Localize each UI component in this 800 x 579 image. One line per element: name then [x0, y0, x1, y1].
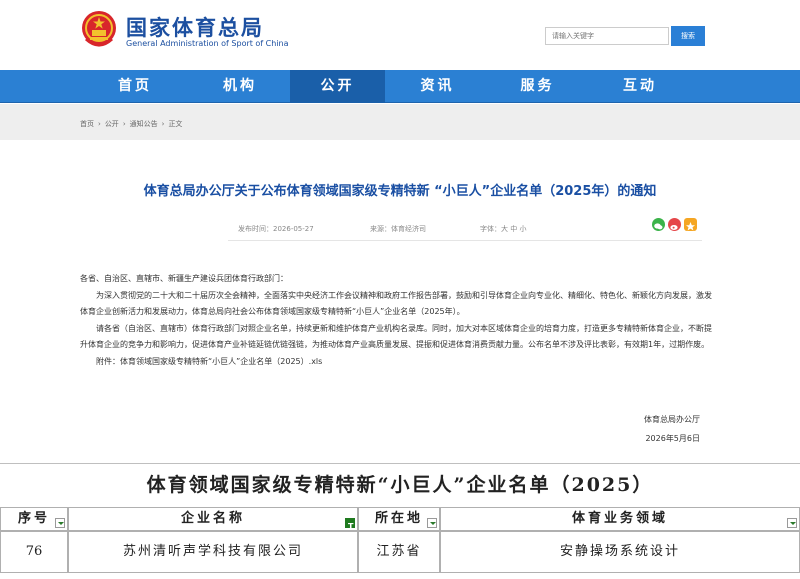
nav-item-news[interactable]: 资讯	[385, 70, 490, 103]
column-header-location: 所在地	[358, 507, 440, 531]
sign-date: 2026年5月6日	[645, 434, 700, 443]
filter-dropdown-icon[interactable]	[787, 518, 797, 528]
sheet-title: 体育领域国家级专精特新“小巨人”企业名单（2025）	[146, 474, 654, 496]
column-header-index: 序号	[0, 507, 68, 531]
attachment-link[interactable]: 附件：体育领域国家级专精特新“小巨人”企业名单（2025）.xls	[80, 354, 715, 371]
search-input[interactable]	[545, 27, 669, 45]
breadcrumb: 首页 › 公开 › 通知公告 › 正文	[80, 119, 186, 129]
column-header-company: 企业名称	[68, 507, 358, 531]
table-cell-location: 江苏省	[358, 531, 440, 573]
breadcrumb-separator: ›	[122, 120, 126, 128]
article-body: 各省、自治区、直辖市、新疆生产建设兵团体育行政部门： 为深入贯彻党的二十大和二十…	[80, 271, 715, 371]
search-button[interactable]: 搜索	[671, 26, 705, 46]
nav-item-public[interactable]: 公开	[290, 70, 385, 103]
breadcrumb-bar: 首页 › 公开 › 通知公告 › 正文	[0, 104, 800, 140]
nav-item-home[interactable]: 首页	[80, 70, 190, 103]
paragraph: 请各省（自治区、直辖市）体育行政部门对照企业名单，持续更新和维护体育产业机构名录…	[80, 323, 712, 350]
site-name-english: General Administration of Sport of China	[126, 39, 289, 48]
breadcrumb-public[interactable]: 公开	[105, 120, 119, 128]
article-source: 来源：体育经济司	[370, 225, 426, 233]
nav-item-organization[interactable]: 机构	[190, 70, 290, 103]
salutation: 各省、自治区、直辖市、新疆生产建设兵团体育行政部门：	[80, 274, 288, 283]
filter-active-icon[interactable]	[345, 516, 356, 530]
breadcrumb-notices[interactable]: 通知公告	[130, 120, 158, 128]
favorite-icon[interactable]	[684, 218, 697, 231]
national-emblem-icon[interactable]	[80, 9, 118, 49]
wechat-icon[interactable]	[652, 218, 665, 231]
meta-divider	[228, 240, 702, 241]
weibo-icon[interactable]	[668, 218, 681, 231]
table-cell-company: 苏州清听声学科技有限公司	[68, 531, 358, 573]
nav-item-interaction[interactable]: 互动	[585, 70, 695, 103]
filter-dropdown-icon[interactable]	[55, 518, 65, 528]
breadcrumb-separator: ›	[161, 120, 165, 128]
column-header-business-field: 体育业务领域	[440, 507, 800, 531]
breadcrumb-home[interactable]: 首页	[80, 120, 94, 128]
table-cell-index: 76	[0, 531, 68, 573]
breadcrumb-current: 正文	[168, 120, 183, 128]
signature: 体育总局办公厅	[644, 415, 700, 424]
breadcrumb-separator: ›	[98, 120, 101, 128]
site-name[interactable]: 国家体育总局	[126, 12, 264, 42]
publish-date: 发布时间：2026-05-27	[238, 225, 314, 233]
table-cell-business-field: 安静操场系统设计	[440, 531, 800, 573]
main-nav: 首页 机构 公开 资讯 服务 互动	[0, 70, 800, 103]
article-title: 体育总局办公厅关于公布体育领域国家级专精特新 “小巨人”企业名单（2025年）的…	[143, 184, 657, 199]
filter-dropdown-icon[interactable]	[427, 518, 437, 528]
nav-item-service[interactable]: 服务	[490, 70, 585, 103]
font-size-selector[interactable]: 字体：大 中 小	[480, 224, 526, 234]
site-header: 国家体育总局 General Administration of Sport o…	[0, 0, 800, 70]
paragraph: 为深入贯彻党的二十大和二十届历次全会精神，全面落实中央经济工作会议精神和政府工作…	[80, 290, 712, 317]
